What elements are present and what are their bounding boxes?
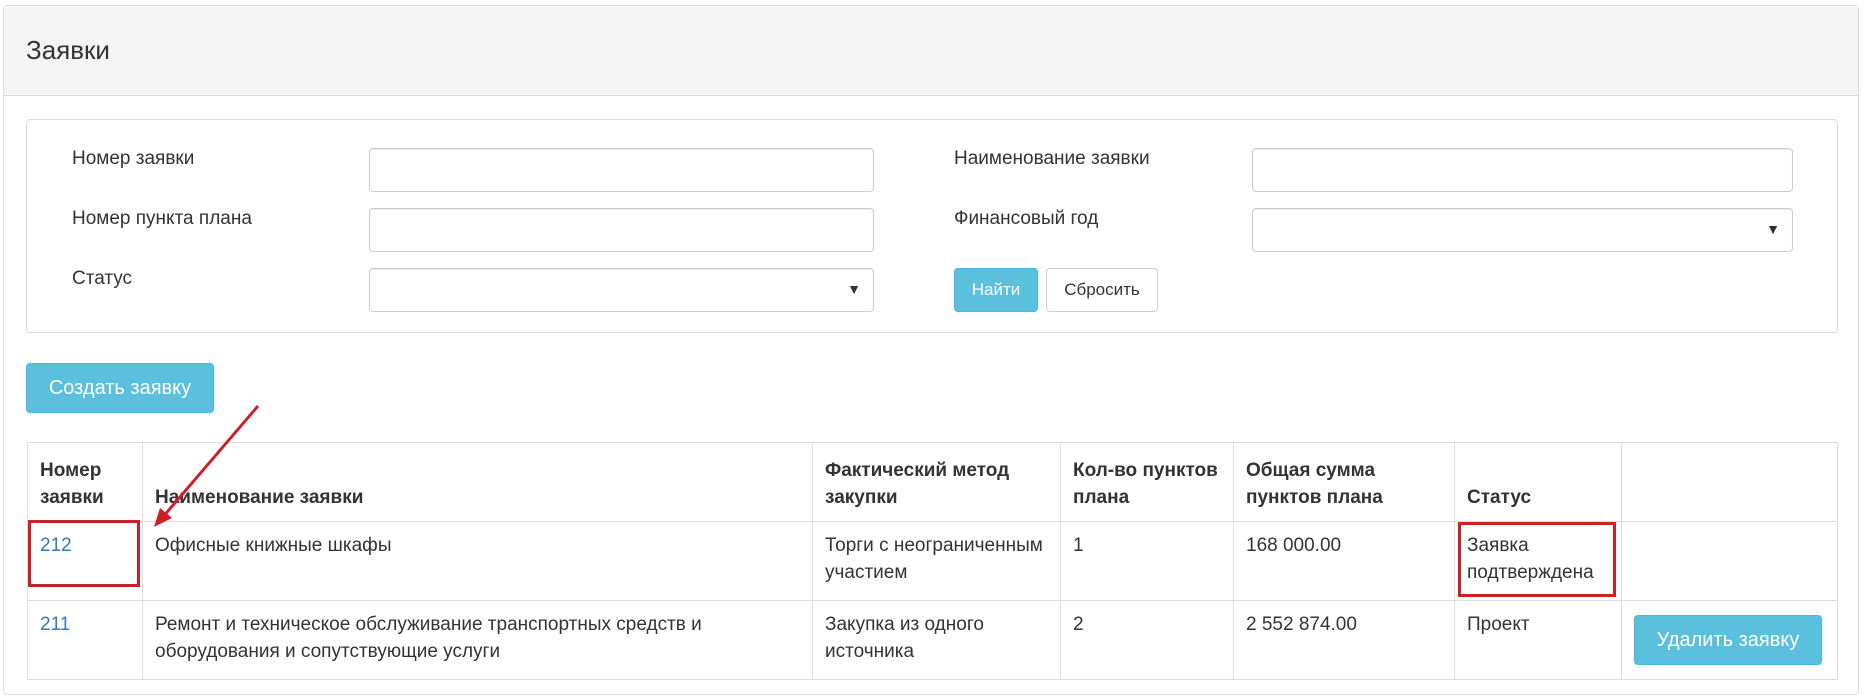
header-status: Статус: [1454, 442, 1622, 522]
cell-plan-items-count: 1: [1060, 521, 1234, 601]
page-title: Заявки: [26, 35, 110, 65]
cell-status: Проект: [1454, 600, 1622, 680]
chevron-down-icon: ▼: [1766, 221, 1780, 237]
cell-request-name: Офисные книжные шкафы: [142, 521, 813, 601]
cell-procurement-method: Торги с неограниченным участием: [812, 521, 1061, 601]
cell-plan-items-count: 2: [1060, 600, 1234, 680]
cell-request-name: Ремонт и техническое обслуживание трансп…: [142, 600, 813, 680]
header-procurement-method: Фактический метод закупки: [812, 442, 1061, 522]
cell-request-number: 211: [27, 600, 143, 680]
filter-form: Номер заявки Наименование заявки Номер п…: [26, 119, 1838, 333]
header-request-number: Номер заявки: [27, 442, 143, 522]
status-label: Статус: [72, 268, 133, 289]
request-number-label: Номер заявки: [72, 148, 195, 169]
cell-plan-items-sum: 168 000.00: [1233, 521, 1455, 601]
status-select[interactable]: ▼: [369, 268, 874, 312]
header-actions: [1621, 442, 1838, 522]
request-name-input[interactable]: [1252, 148, 1793, 192]
table-header-row: Номер заявки Наименование заявки Фактиче…: [27, 442, 1838, 522]
plan-item-number-input[interactable]: [369, 208, 874, 252]
header-plan-items-count: Кол-во пунктов плана: [1060, 442, 1234, 522]
fiscal-year-label: Финансовый год: [954, 208, 1099, 229]
request-link[interactable]: 211: [40, 614, 70, 635]
delete-request-button[interactable]: Удалить заявку: [1634, 615, 1822, 665]
annotation-arrow-icon: [154, 405, 260, 527]
highlight-status: [1458, 522, 1616, 597]
cell-plan-items-sum: 2 552 874.00: [1233, 600, 1455, 680]
highlight-request-number: [28, 520, 140, 587]
cell-procurement-method: Закупка из одного источника: [812, 600, 1061, 680]
table-row: 211 Ремонт и техническое обслуживание тр…: [27, 600, 1838, 680]
cell-actions: [1621, 521, 1838, 601]
find-button[interactable]: Найти: [954, 268, 1038, 312]
chevron-down-icon: ▼: [847, 281, 861, 297]
plan-item-number-label: Номер пункта плана: [72, 208, 252, 229]
request-name-label: Наименование заявки: [954, 148, 1150, 169]
request-number-input[interactable]: [369, 148, 874, 192]
cell-actions: Удалить заявку: [1621, 600, 1838, 680]
header-plan-items-sum: Общая сумма пунктов плана: [1233, 442, 1455, 522]
reset-button[interactable]: Сбросить: [1046, 268, 1158, 312]
panel-heading: Заявки: [4, 6, 1858, 96]
fiscal-year-select[interactable]: ▼: [1252, 208, 1793, 252]
